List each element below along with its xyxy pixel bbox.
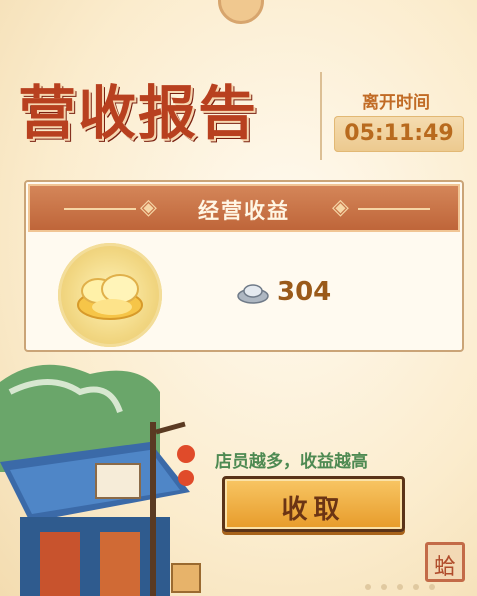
collect-button-label: 收取 [281,495,346,525]
page-title: 营收报告 [18,79,259,147]
silver-ingot-icon [236,282,270,304]
revenue-report-panel: 营收报告 离开时间 05:11:49 ◈ 经营收益 ◈ 304 店员越多，收益越… [0,0,477,596]
collect-button[interactable]: 收取 [222,476,405,532]
cloud-ornament-icon: ◈ [332,195,349,220]
corner-stamp: 蛤 [425,542,465,582]
decorative-dots [365,584,435,590]
banner-line-right [358,208,430,210]
leave-time-value: 05:11:49 [344,121,454,146]
hint-text: 店员越多，收益越高 [215,452,368,472]
stamp-text: 蛤 [433,555,456,580]
shop-illustration [0,364,201,596]
earnings-header-title: 经营收益 [198,199,290,223]
divider [320,72,322,160]
earnings-amount: 304 [277,277,332,307]
leave-time-box: 05:11:49 [334,116,464,152]
earnings-header-banner: ◈ 经营收益 ◈ [28,184,460,232]
gold-ingot-icon [58,243,162,347]
leave-time-label: 离开时间 [362,93,430,113]
top-seal-ornament [218,0,264,24]
